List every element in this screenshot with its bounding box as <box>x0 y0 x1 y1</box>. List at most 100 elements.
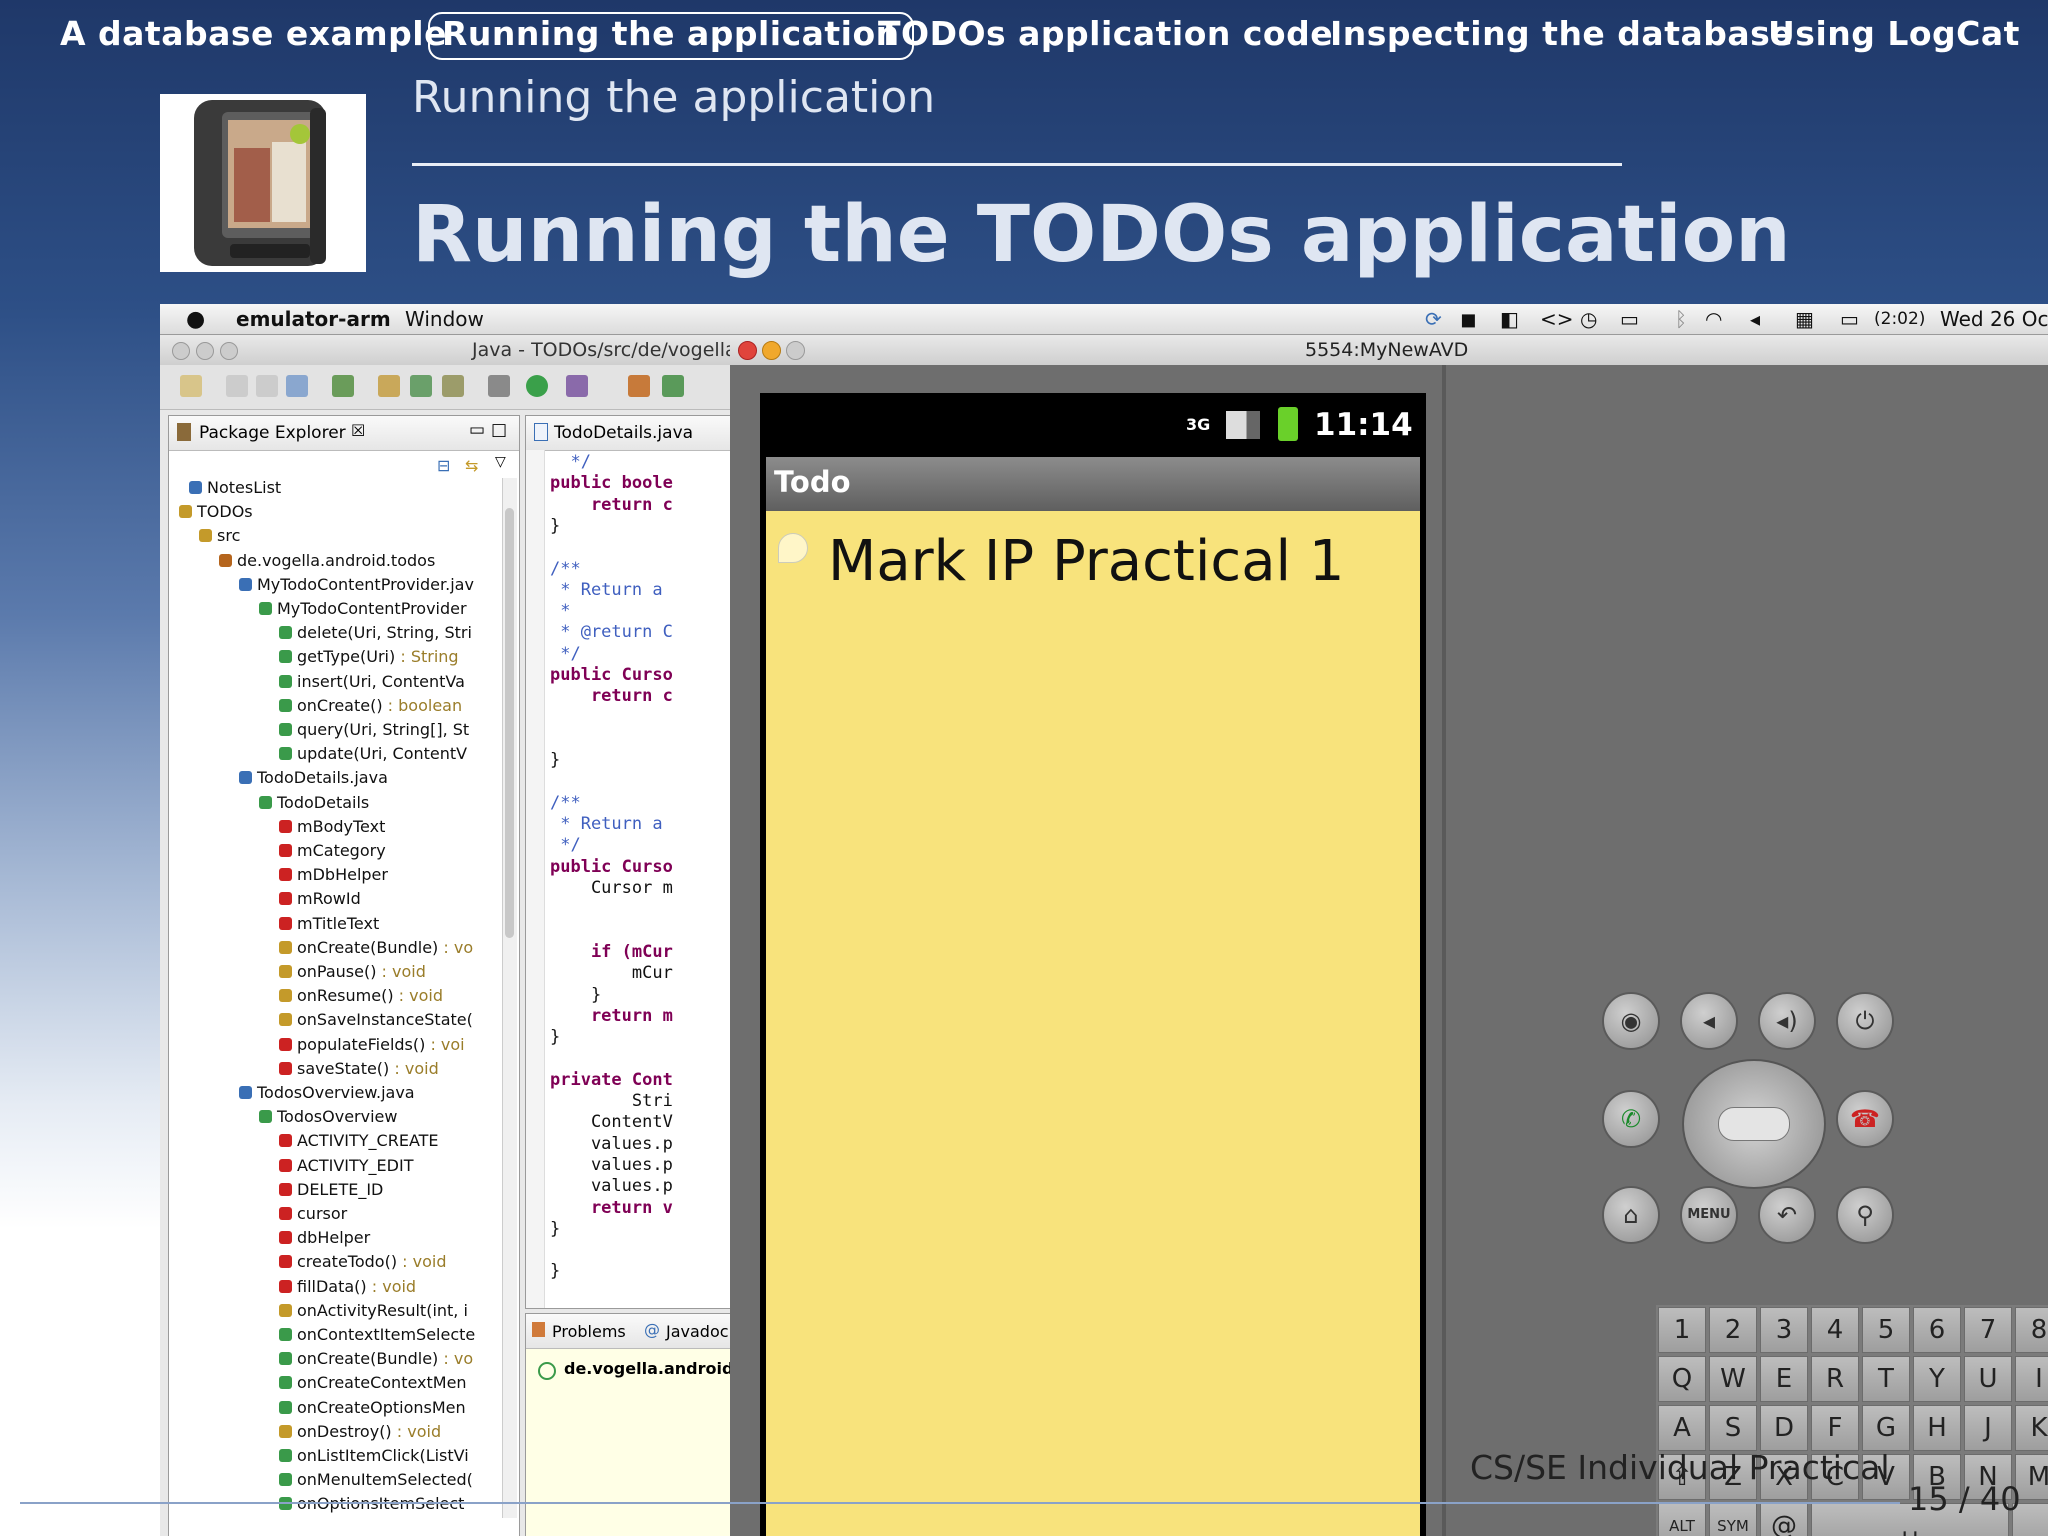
note-title[interactable]: Mark IP Practical 1 <box>828 529 1345 594</box>
keyboard-key[interactable]: 8 <box>2015 1307 2048 1353</box>
maximize-view-icon[interactable]: □ <box>491 420 507 440</box>
package-explorer-tab[interactable]: Package Explorer <box>199 423 346 443</box>
problems-tab[interactable]: Problems <box>552 1322 626 1341</box>
code-line[interactable]: * Return a <box>550 814 662 835</box>
volume-down-button[interactable]: ◂ <box>1680 992 1738 1050</box>
close-icon[interactable] <box>172 342 190 360</box>
camera-button[interactable]: ◉ <box>1602 992 1660 1050</box>
code-line[interactable]: values.p <box>550 1176 673 1197</box>
menu-app-name[interactable]: emulator-arm <box>236 307 391 331</box>
close-icon[interactable] <box>738 341 757 360</box>
code-line[interactable]: values.p <box>550 1155 673 1176</box>
code-line[interactable]: if (mCur <box>550 942 673 963</box>
keyboard-key[interactable]: K <box>2015 1405 2048 1451</box>
code-lines[interactable]: */public boole return c}/** * Return a *… <box>550 452 736 1302</box>
new-package-icon[interactable] <box>662 375 684 397</box>
keyboard-key[interactable]: R <box>1811 1356 1859 1402</box>
keyboard-key[interactable]: A <box>1658 1405 1706 1451</box>
dpad[interactable] <box>1682 1059 1826 1189</box>
tree-item[interactable]: mDbHelper <box>279 863 388 887</box>
code-line[interactable]: * <box>550 601 570 622</box>
battery-icon[interactable]: ▭ <box>1840 307 1859 331</box>
back-button[interactable]: ↶ <box>1758 1186 1816 1244</box>
keyboard-key[interactable]: J <box>1964 1405 2012 1451</box>
keyboard-key[interactable]: T <box>1862 1356 1910 1402</box>
code-line[interactable]: public boole <box>550 473 673 494</box>
new-icon[interactable] <box>180 375 202 397</box>
close-tab-icon[interactable]: ☒ <box>351 421 365 440</box>
javadoc-tab[interactable]: Javadoc <box>666 1322 729 1341</box>
keyboard-key[interactable]: 4 <box>1811 1307 1859 1353</box>
call-button[interactable]: ✆ <box>1602 1090 1660 1148</box>
keyboard-key[interactable]: SYM <box>1709 1503 1757 1536</box>
keyboard-key[interactable]: @ <box>1760 1503 1808 1536</box>
tree-item[interactable]: TodosOverview.java <box>239 1081 415 1105</box>
keyboard-key[interactable]: Q <box>1658 1356 1706 1402</box>
keyboard-key[interactable]: 2 <box>1709 1307 1757 1353</box>
keyboard-key[interactable]: W <box>1709 1356 1757 1402</box>
code-line[interactable]: } <box>550 1219 560 1240</box>
tree-item[interactable]: cursor <box>279 1202 347 1226</box>
code-line[interactable]: return m <box>550 1006 673 1027</box>
tree-item[interactable]: createTodo() : void <box>279 1250 446 1274</box>
tree-item[interactable]: mBodyText <box>279 815 385 839</box>
debug-icon[interactable] <box>488 375 510 397</box>
tree-item[interactable]: onSaveInstanceState( <box>279 1008 473 1032</box>
code-line[interactable]: private Cont <box>550 1070 673 1091</box>
code-line[interactable]: /** <box>550 793 581 814</box>
code-line[interactable]: Stri <box>550 1091 673 1112</box>
menu-clock[interactable]: Wed 26 Oct <box>1940 307 2048 331</box>
tree-item[interactable]: DELETE_ID <box>279 1178 383 1202</box>
open-type-icon[interactable] <box>378 375 400 397</box>
volume-up-button[interactable]: ◂) <box>1758 992 1816 1050</box>
android-sdk-icon[interactable] <box>442 375 464 397</box>
import-icon[interactable] <box>332 375 354 397</box>
code-line[interactable]: } <box>550 1261 560 1282</box>
tree-item[interactable]: ACTIVITY_EDIT <box>279 1154 413 1178</box>
tree-item[interactable]: onDestroy() : void <box>279 1420 441 1444</box>
tree-item[interactable]: onResume() : void <box>279 984 443 1008</box>
note-area[interactable]: Mark IP Practical 1 <box>766 511 1420 1536</box>
tree-item[interactable]: mCategory <box>279 839 386 863</box>
external-tools-icon[interactable] <box>566 375 588 397</box>
tree-item[interactable]: MyTodoContentProvider.jav <box>239 573 474 597</box>
dpad-center-button[interactable] <box>1718 1107 1790 1141</box>
keyboard-key[interactable]: I <box>2015 1356 2048 1402</box>
code-line[interactable]: public Curso <box>550 665 673 686</box>
tree-item[interactable]: getType(Uri) : String <box>279 645 459 669</box>
tree-item[interactable]: onOptionsItemSelect <box>279 1492 464 1516</box>
tree-item[interactable]: src <box>199 524 240 548</box>
code-line[interactable]: return c <box>550 686 673 707</box>
tree-item[interactable]: saveState() : void <box>279 1057 439 1081</box>
code-line[interactable]: } <box>550 516 560 537</box>
tree-item[interactable]: MyTodoContentProvider <box>259 597 467 621</box>
link-editor-icon[interactable]: ⇆ <box>465 456 478 475</box>
new-class-icon[interactable] <box>628 375 650 397</box>
menu-button[interactable]: MENU <box>1680 1186 1738 1244</box>
code-line[interactable]: * Return a <box>550 580 662 601</box>
menu-window[interactable]: Window <box>405 307 484 331</box>
editor-tab-tododetails[interactable]: TodoDetails.java <box>554 423 693 443</box>
tree-item[interactable]: onCreate(Bundle) : vo <box>279 1347 473 1371</box>
tree-item[interactable]: NotesList <box>189 476 281 500</box>
tree-item[interactable]: populateFields() : voi <box>279 1033 465 1057</box>
code-line[interactable]: Cursor m <box>550 878 673 899</box>
print-icon[interactable] <box>286 375 308 397</box>
tree-item[interactable]: fillData() : void <box>279 1275 416 1299</box>
network-icon[interactable]: ◧ <box>1500 307 1519 331</box>
tree-item[interactable]: query(Uri, String[], St <box>279 718 469 742</box>
bluetooth-icon[interactable]: ᛒ <box>1675 307 1687 331</box>
tree-item[interactable]: onContextItemSelecte <box>279 1323 475 1347</box>
code-line[interactable]: return v <box>550 1198 673 1219</box>
tree-item[interactable]: insert(Uri, ContentVa <box>279 670 465 694</box>
tree-item[interactable]: ACTIVITY_CREATE <box>279 1129 439 1153</box>
keyboard-key[interactable]: 5 <box>1862 1307 1910 1353</box>
code-line[interactable]: * @return C <box>550 622 673 643</box>
keyboard-key[interactable]: 1 <box>1658 1307 1706 1353</box>
nav-item-database-example[interactable]: A database example <box>60 12 447 56</box>
minimize-icon[interactable] <box>196 342 214 360</box>
keyboard-key[interactable]: ALT <box>1658 1503 1706 1536</box>
tree-item[interactable]: onCreateOptionsMen <box>279 1396 466 1420</box>
minimize-icon[interactable] <box>762 341 781 360</box>
code-line[interactable]: return c <box>550 495 673 516</box>
